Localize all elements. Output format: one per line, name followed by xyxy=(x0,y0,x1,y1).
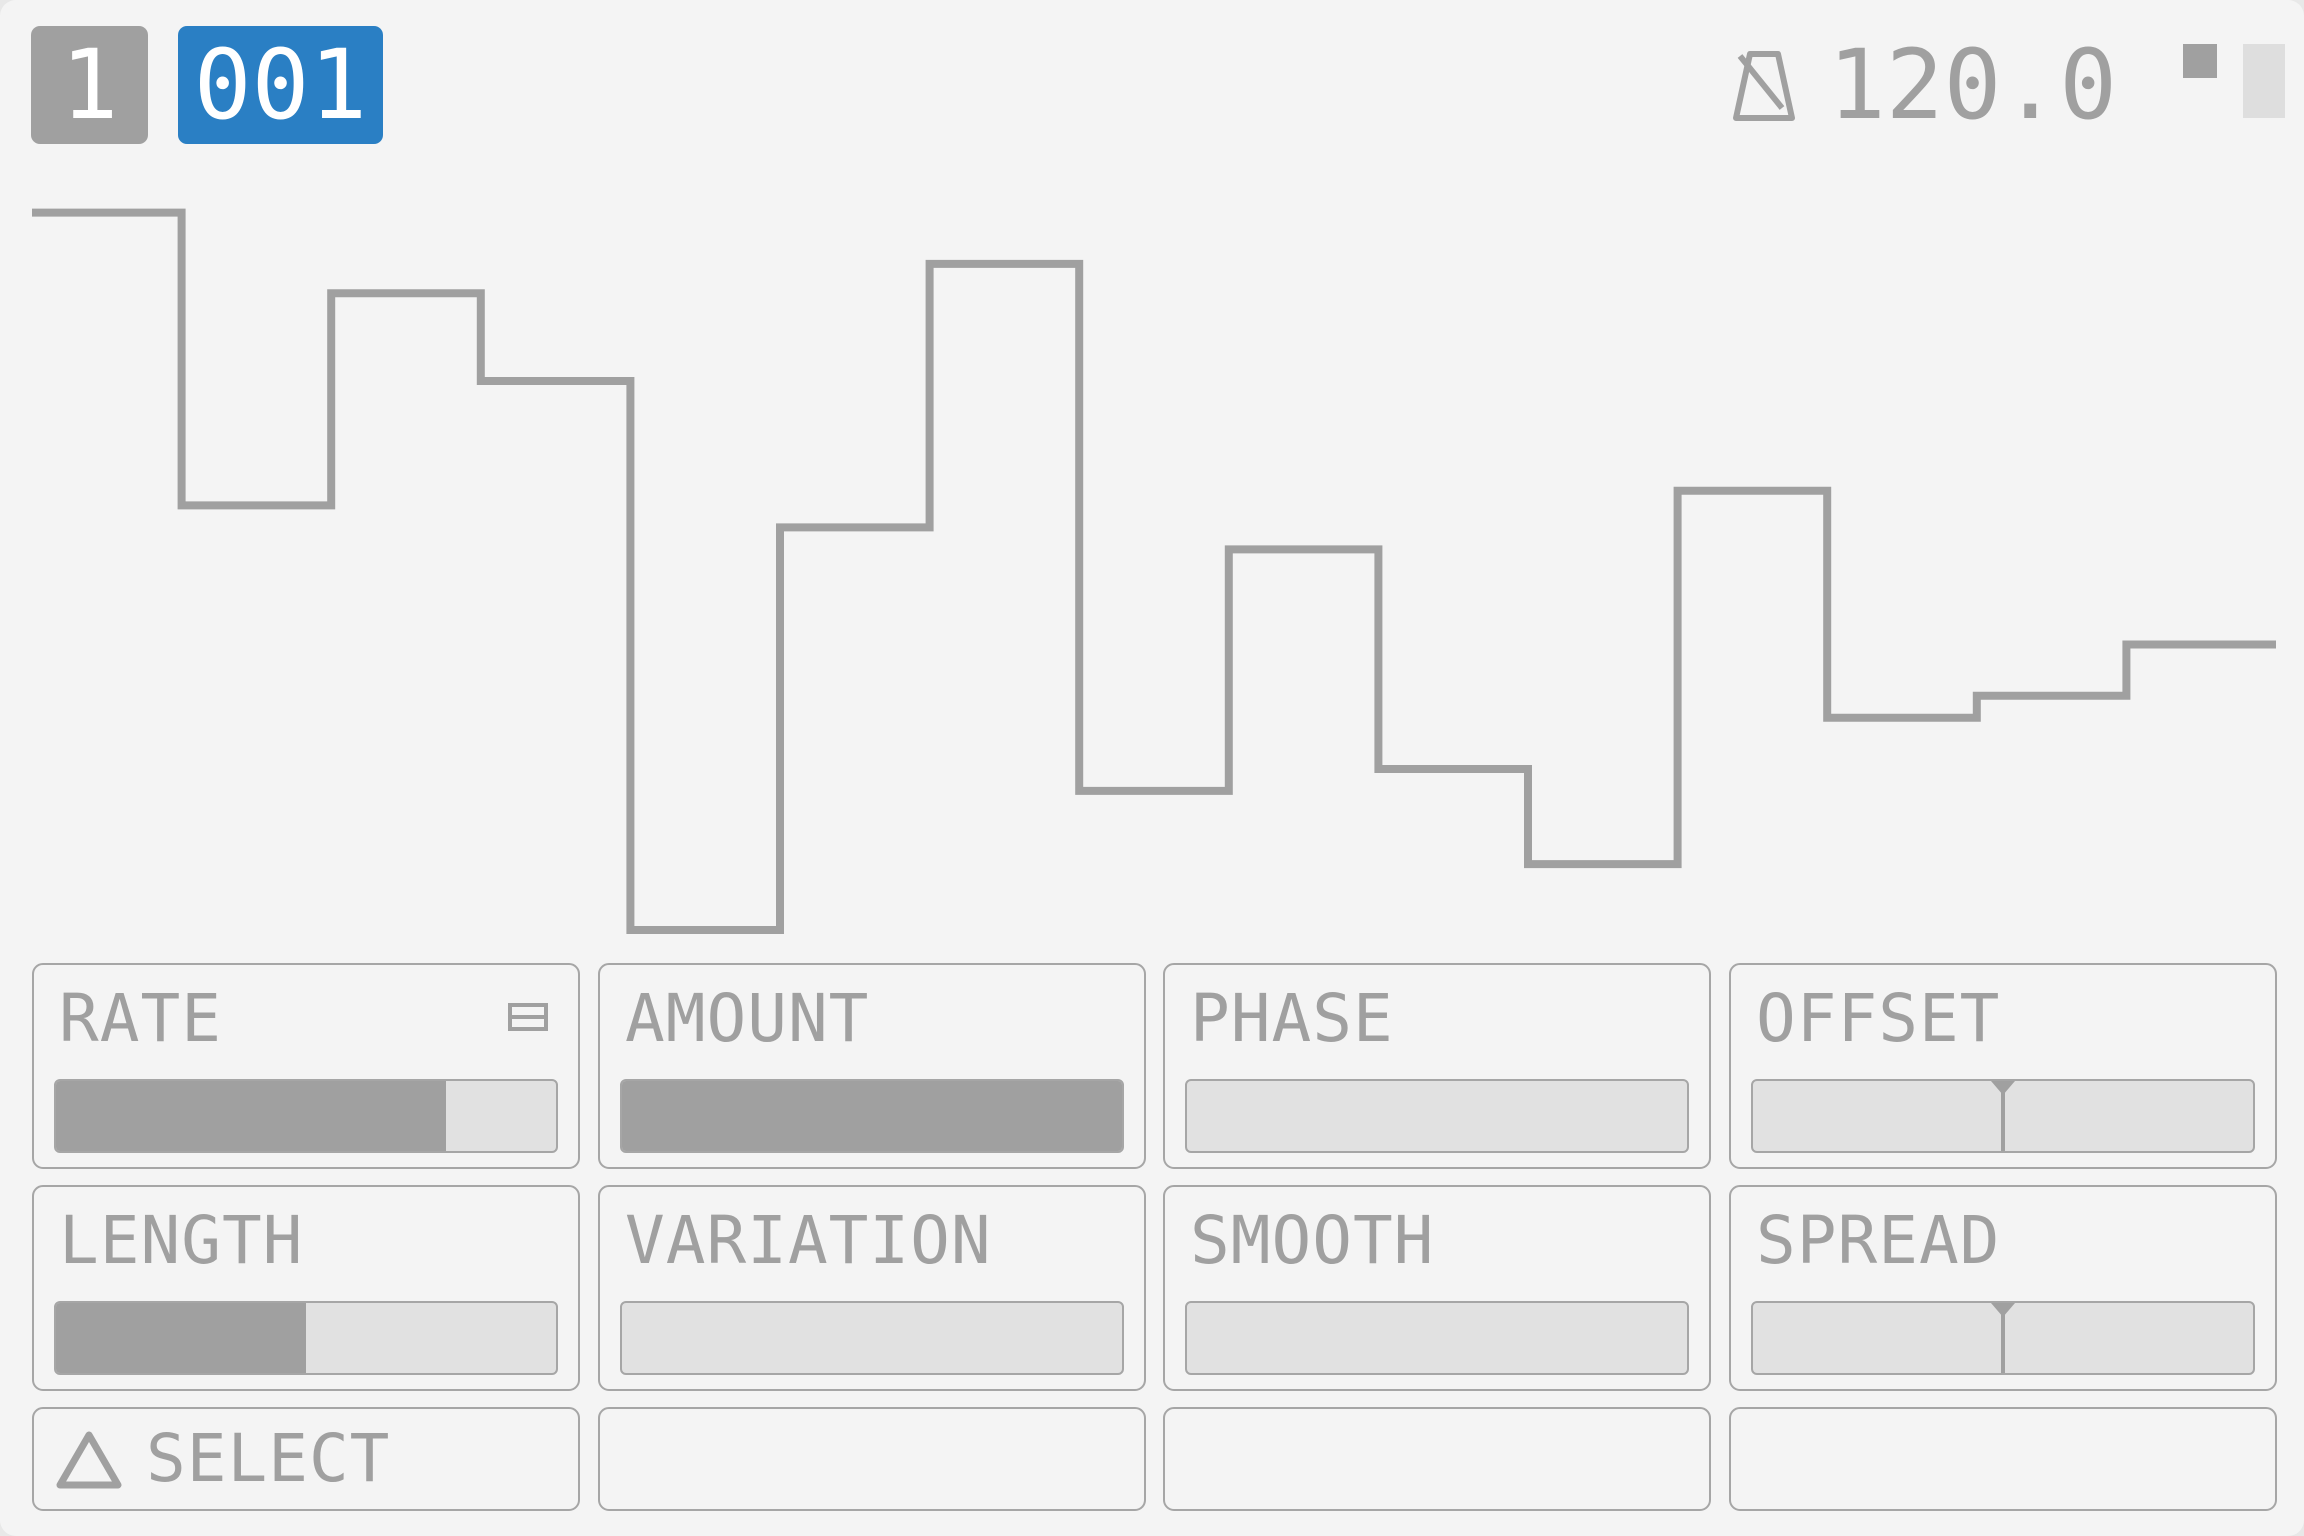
param-label: OFFSET xyxy=(1756,980,2001,1057)
slider-fill xyxy=(622,1081,1122,1151)
param-slider[interactable] xyxy=(1185,1079,1689,1153)
param-label: PHASE xyxy=(1190,980,1394,1057)
slider-fill xyxy=(56,1081,446,1151)
param-rate[interactable]: RATE xyxy=(32,963,580,1169)
select-button[interactable]: SELECT xyxy=(32,1407,580,1511)
step-waveform-graph xyxy=(32,208,2276,934)
param-slider[interactable] xyxy=(1751,1079,2255,1153)
param-spread[interactable]: SPREAD xyxy=(1729,1185,2277,1391)
param-smooth[interactable]: SMOOTH xyxy=(1163,1185,1711,1391)
param-slider[interactable] xyxy=(54,1301,558,1375)
param-label: AMOUNT xyxy=(625,980,870,1057)
param-label: SPREAD xyxy=(1756,1202,2001,1279)
empty-slot[interactable] xyxy=(1729,1407,2277,1511)
center-marker xyxy=(1991,1081,2015,1095)
param-label: LENGTH xyxy=(59,1202,304,1279)
param-slider[interactable] xyxy=(620,1301,1124,1375)
param-variation[interactable]: VARIATION xyxy=(598,1185,1146,1391)
empty-slot[interactable] xyxy=(598,1407,1146,1511)
param-length[interactable]: LENGTH xyxy=(32,1185,580,1391)
param-slider[interactable] xyxy=(54,1079,558,1153)
list-mode-icon[interactable] xyxy=(508,1003,548,1031)
slider-fill xyxy=(56,1303,306,1373)
param-label: SMOOTH xyxy=(1190,1202,1435,1279)
param-slider[interactable] xyxy=(620,1079,1124,1153)
waveform-line xyxy=(32,208,2276,934)
param-offset[interactable]: OFFSET xyxy=(1729,963,2277,1169)
param-slider[interactable] xyxy=(1185,1301,1689,1375)
device-screen: 1 001 120.0 RATE AMOUNT PHASE OFFSET LENGTH V… xyxy=(0,0,2304,1536)
param-slider[interactable] xyxy=(1751,1301,2255,1375)
select-label: SELECT xyxy=(146,1420,391,1497)
param-label: VARIATION xyxy=(625,1202,992,1279)
triangle-icon xyxy=(56,1431,122,1489)
param-label: RATE xyxy=(59,980,222,1057)
param-amount[interactable]: AMOUNT xyxy=(598,963,1146,1169)
param-phase[interactable]: PHASE xyxy=(1163,963,1711,1169)
center-marker xyxy=(1991,1303,2015,1317)
empty-slot[interactable] xyxy=(1163,1407,1711,1511)
